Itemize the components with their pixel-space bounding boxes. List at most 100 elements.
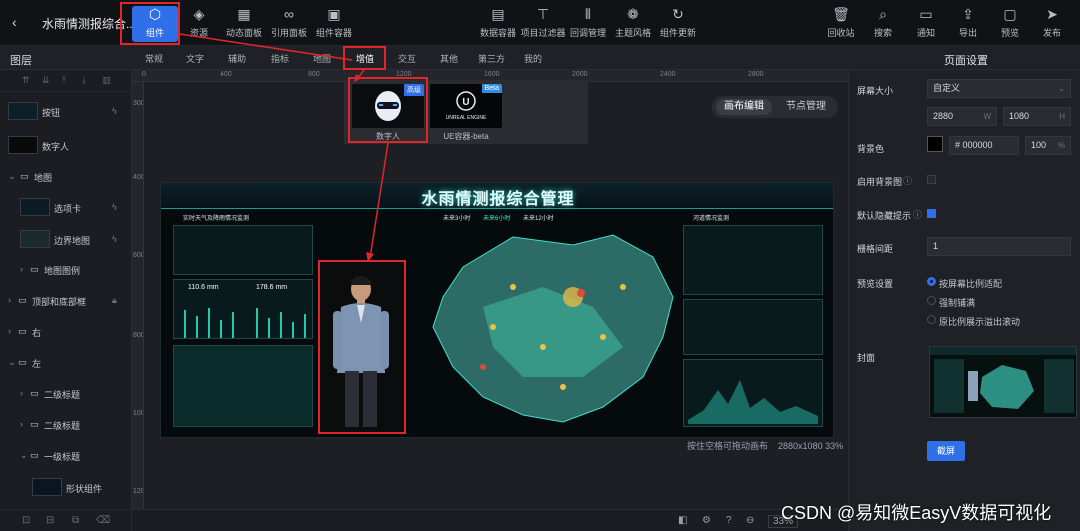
rain-value-1: 110.6 mm (188, 284, 219, 291)
sliders-icon: ⫴ (585, 6, 591, 22)
tab-map[interactable]: 地图 (313, 52, 331, 65)
lock-icon[interactable]: ⊟ (46, 515, 54, 526)
tool-filter-button[interactable]: ⊤ 项目过滤器 (520, 6, 566, 42)
tool-dynamic-panel-button[interactable]: ▦ 动态面板 (221, 6, 267, 42)
bg-opacity-input[interactable]: 100 % (1025, 136, 1071, 155)
lightning-icon: ϟ (112, 234, 117, 244)
tab-auxiliary[interactable]: 辅助 (228, 52, 246, 65)
view-toggle: 画布编辑 节点管理 (712, 96, 838, 118)
panel-toggle-icon[interactable]: ◧ (678, 515, 687, 526)
settings-icon[interactable]: ⚙ (702, 515, 711, 526)
digital-human-card[interactable]: 高级 (352, 84, 424, 128)
tool-publish-button[interactable]: ➤ 发布 (1029, 6, 1075, 42)
bg-color-input[interactable]: # 000000 (949, 136, 1019, 155)
info-icon: ⓘ (913, 210, 923, 220)
width-input[interactable]: 2880 W (927, 107, 997, 126)
chevron-down-icon: ⌄ (1058, 84, 1065, 93)
tool-container-button[interactable]: ▣ 组件容器 (311, 6, 357, 42)
drag-hint: 按住空格可拖动画布 (687, 441, 769, 451)
hidden-tip-label: 默认隐藏提示 (857, 211, 912, 221)
tool-resource-button[interactable]: ◈ 资源 (176, 6, 222, 42)
tool-search-button[interactable]: ⌕ 搜索 (860, 6, 906, 42)
tool-theme-button[interactable]: ❁ 主题风格 (610, 6, 656, 42)
screen-size-label: 屏幕大小 (857, 86, 894, 96)
bg-image-label: 启用背景图 (857, 177, 903, 187)
move-up-icon[interactable]: ⇈ (22, 75, 30, 86)
chevron-left-icon[interactable]: ‹ (12, 14, 17, 30)
tab-mine[interactable]: 我的 (524, 52, 542, 65)
palette-icon: ❁ (627, 6, 639, 22)
time-tab-6h: 未来6小时 (483, 216, 511, 222)
copy-icon[interactable]: ⧉ (72, 515, 79, 526)
zoom-out-icon[interactable]: ⊖ (746, 515, 754, 526)
trend-chart-panel (683, 359, 823, 427)
cover-thumbnail[interactable] (929, 346, 1077, 418)
vertical-ruler: 300 400 600 800 1000 1200 (132, 82, 144, 531)
top-toolbar: ‹ 水雨情测报综合... ⬡ 组件 ◈ 资源 ▦ 动态面板 ∞ 引用面板 ▣ 组… (0, 0, 1080, 46)
hidden-tip-checkbox[interactable] (927, 209, 936, 218)
top-icon[interactable]: ⤒ (62, 75, 66, 86)
preview-option-scroll-radio[interactable] (927, 315, 936, 324)
sub-toolbar: 图层 常规 文字 辅助 指标 地图 增值 交互 其他 第三方 我的 页面设置 (0, 46, 1080, 70)
tab-canvas-edit[interactable]: 画布编辑 (716, 99, 772, 115)
layer-thumbnail (20, 230, 50, 248)
tab-third-party[interactable]: 第三方 (478, 52, 505, 65)
move-down-icon[interactable]: ⇊ (42, 75, 50, 86)
dashboard-canvas[interactable]: 水雨情测报综合管理 实时天气及降雨情况监测 未来3小时 未来6小时 未来12小时… (160, 182, 834, 438)
advanced-tag: 高级 (404, 84, 424, 96)
height-input[interactable]: 1080 H (1003, 107, 1071, 126)
trend-area-chart (688, 380, 818, 424)
screen-size-select[interactable]: 自定义 ⌄ (927, 79, 1071, 98)
tool-preview-button[interactable]: ▢ 预览 (987, 6, 1033, 42)
tool-recycle-button[interactable]: 🗑 回收站 (818, 6, 864, 42)
ue-container-label: UE容器-beta (443, 132, 489, 141)
preview-icon: ▢ (1003, 6, 1017, 22)
group-icon[interactable]: ⊡ (22, 515, 30, 526)
canvas-status: 按住空格可拖动画布 2880x1080 33% (687, 439, 843, 452)
layers-heading: 图层 (10, 55, 32, 67)
rain-bar (184, 310, 186, 338)
tab-value-added[interactable]: 增值 (356, 52, 374, 65)
chevron-right-icon: › (20, 419, 23, 429)
tool-ref-panel-button[interactable]: ∞ 引用面板 (266, 6, 312, 42)
rain-bar (268, 318, 270, 338)
tab-other[interactable]: 其他 (440, 52, 458, 65)
digital-human-label: 数字人 (376, 132, 400, 141)
bg-color-swatch[interactable] (927, 136, 943, 152)
trash-icon[interactable]: ⌫ (96, 515, 110, 526)
svg-text:U: U (462, 97, 469, 108)
grid-spacing-label: 栅格间距 (857, 244, 894, 254)
folder-icon: ▭ (30, 450, 39, 460)
tool-export-button[interactable]: ⇪ 导出 (945, 6, 991, 42)
ue-container-card[interactable]: U UNREAL ENGINE Beta (430, 84, 502, 128)
folder-icon: ▭ (30, 264, 39, 274)
tool-notify-button[interactable]: ▭ 通知 (903, 6, 949, 42)
canvas-area[interactable]: 0 400 800 1200 1600 2000 2400 2800 300 4… (132, 70, 848, 531)
tab-interaction[interactable]: 交互 (398, 52, 416, 65)
beta-tag: Beta (481, 84, 502, 93)
refresh-icon: ↻ (672, 6, 684, 22)
tool-callback-button[interactable]: ⫴ 回调管理 (565, 6, 611, 42)
help-icon[interactable]: ? (726, 515, 732, 526)
river-table-panel (683, 225, 823, 295)
tab-general[interactable]: 常规 (145, 52, 163, 65)
lock-icon: 🔒︎ (112, 295, 117, 305)
station-table-panel (173, 345, 313, 427)
bottom-icon[interactable]: ⤓ (82, 75, 86, 86)
grid-spacing-input[interactable]: 1 (927, 237, 1071, 256)
bg-color-label: 背景色 (857, 144, 885, 154)
page-settings-panel: 屏幕大小 自定义 ⌄ 2880 W 1080 H 背景色 # 000000 10… (848, 70, 1080, 531)
screenshot-button[interactable]: 截屏 (927, 441, 965, 461)
tab-indicator[interactable]: 指标 (271, 52, 289, 65)
tool-data-container-button[interactable]: ▤ 数据容器 (475, 6, 521, 42)
preview-option-fit-radio[interactable] (927, 277, 936, 286)
preview-option-fill-radio[interactable] (927, 296, 936, 305)
tool-component-button[interactable]: ⬡ 组件 (132, 6, 178, 42)
preview-settings-label: 预览设置 (857, 279, 894, 289)
tab-text[interactable]: 文字 (186, 52, 204, 65)
tool-update-button[interactable]: ↻ 组件更新 (655, 6, 701, 42)
rain-value-2: 178.6 mm (256, 284, 288, 291)
tab-node-manage[interactable]: 节点管理 (778, 99, 834, 115)
layout-icon[interactable]: ▥ (102, 75, 111, 86)
bg-image-checkbox[interactable] (927, 175, 936, 184)
